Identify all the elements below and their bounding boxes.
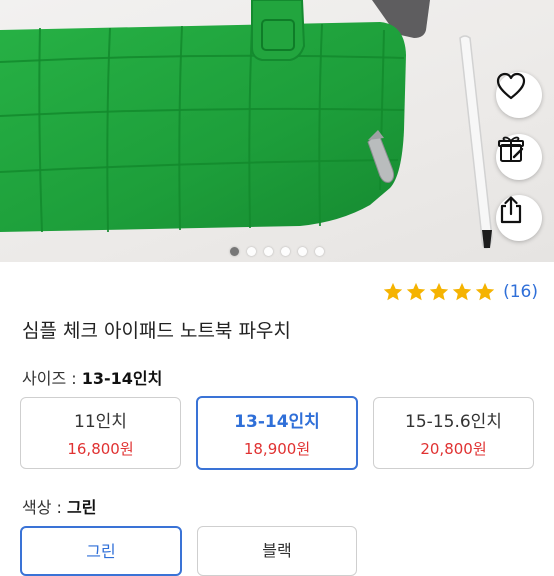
star-icon — [383, 282, 403, 301]
star-icon — [475, 282, 495, 301]
pagination-dot[interactable] — [315, 247, 324, 256]
size-option-11[interactable]: 11인치 16,800원 — [20, 397, 181, 469]
gift-button[interactable] — [496, 134, 542, 180]
pagination-dot[interactable] — [264, 247, 273, 256]
rating-summary[interactable]: (16) — [382, 281, 538, 303]
pagination-dot[interactable] — [298, 247, 307, 256]
size-option-name: 15-15.6인치 — [405, 412, 502, 432]
size-option-15-15.6[interactable]: 15-15.6인치 20,800원 — [373, 397, 534, 469]
review-count[interactable]: (16) — [503, 282, 538, 302]
pagination-dot[interactable] — [230, 247, 239, 256]
color-option-label: 색상 : 그린 — [22, 494, 96, 518]
color-label-text: 색상 : — [22, 498, 68, 517]
share-button[interactable] — [496, 195, 542, 241]
size-option-price: 20,800원 — [420, 440, 487, 458]
color-option-name: 블랙 — [262, 541, 292, 560]
star-icon — [429, 282, 449, 301]
product-image[interactable] — [0, 0, 554, 262]
size-option-label: 사이즈 : 13-14인치 — [22, 365, 162, 389]
image-pagination[interactable] — [0, 247, 554, 256]
star-icon — [406, 282, 426, 301]
wishlist-button[interactable] — [496, 72, 542, 118]
size-option-price: 16,800원 — [67, 440, 134, 458]
star-icon — [452, 282, 472, 301]
share-icon — [500, 196, 522, 224]
size-option-13-14[interactable]: 13-14인치 18,900원 — [196, 396, 358, 470]
color-option-green[interactable]: 그린 — [20, 526, 182, 576]
size-option-name: 11인치 — [74, 412, 127, 432]
size-option-name: 13-14인치 — [234, 412, 320, 432]
color-option-black[interactable]: 블랙 — [197, 526, 357, 576]
size-selected-value: 13-14인치 — [81, 369, 163, 388]
heart-icon — [496, 72, 526, 100]
pagination-dot[interactable] — [247, 247, 256, 256]
pagination-dot[interactable] — [281, 247, 290, 256]
gift-icon — [498, 136, 524, 162]
color-option-name: 그린 — [86, 542, 116, 561]
size-option-price: 18,900원 — [243, 440, 311, 458]
product-photo — [0, 0, 493, 249]
product-title: 심플 체크 아이패드 노트북 파우치 — [22, 320, 291, 342]
size-label-text: 사이즈 : — [22, 369, 82, 388]
color-selected-value: 그린 — [67, 498, 97, 517]
